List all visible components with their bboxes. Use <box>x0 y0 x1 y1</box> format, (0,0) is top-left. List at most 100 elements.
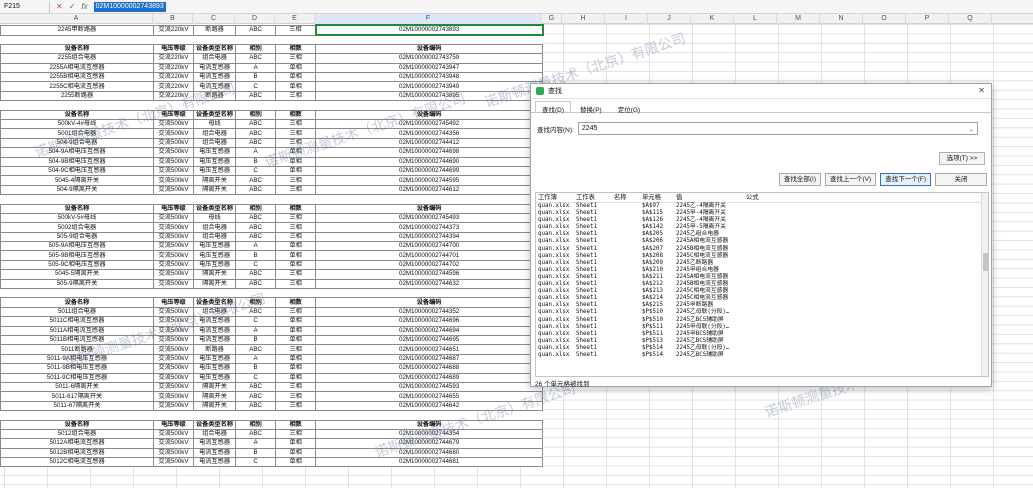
cell-a[interactable]: 2255A相电流互感器 <box>0 62 154 74</box>
cell-c[interactable]: 组合电器 <box>192 306 237 318</box>
blank-cell[interactable] <box>0 34 154 45</box>
blank-cell[interactable] <box>153 288 194 299</box>
cell-b[interactable]: 交流500kV <box>153 241 194 252</box>
cell-d[interactable]: 相别 <box>235 109 277 121</box>
cell-c[interactable]: 电流互感器 <box>192 316 237 327</box>
blank-cell[interactable] <box>275 34 316 45</box>
cell-a[interactable]: 5011A相电流互感器 <box>0 325 154 337</box>
cell-e[interactable]: 相数 <box>275 109 317 121</box>
cell-c[interactable]: 断路器 <box>192 24 237 36</box>
cell-f[interactable]: 02M10000002744681 <box>315 457 544 468</box>
cell-a[interactable]: 5011-9B相电压互感器 <box>0 363 154 374</box>
cell-a[interactable]: 设备名称 <box>0 203 154 214</box>
cell-c[interactable]: 电流互感器 <box>192 334 237 346</box>
cell-d[interactable]: C <box>235 457 277 468</box>
blank-cell[interactable] <box>193 34 236 45</box>
cell-f[interactable]: 设备编码 <box>315 419 544 430</box>
cell-e[interactable]: 三相 <box>275 90 317 102</box>
col-name[interactable]: 名称 <box>614 193 642 202</box>
blank-cell[interactable] <box>235 194 276 205</box>
cell-d[interactable]: B <box>235 72 277 83</box>
cell-d[interactable]: ABC <box>235 118 277 130</box>
column-header-o[interactable]: O <box>863 14 906 24</box>
cell-e[interactable]: 相数 <box>275 419 317 430</box>
cell-a[interactable]: 设备名称 <box>0 419 154 430</box>
result-row[interactable]: quan.xlsx Sheet1 $P$510 2245乙母联(分段)… <box>536 309 988 316</box>
cell-f[interactable]: 02M10000002744700 <box>315 241 544 252</box>
cell-a[interactable]: 5011C相电流互感器 <box>0 316 154 327</box>
cell-e[interactable]: 单相 <box>275 457 317 468</box>
cell-b[interactable]: 交流500kV <box>153 165 194 177</box>
col-sheet[interactable]: 工作表 <box>576 193 614 202</box>
cell-d[interactable]: ABC <box>235 306 277 318</box>
result-row[interactable]: quan.xlsx Sheet1 $A$207 2245B相电流互感器 <box>536 246 988 253</box>
cell-b[interactable]: 交流500kV <box>153 128 194 139</box>
cell-b[interactable]: 电压等级 <box>153 297 194 308</box>
cell-f[interactable]: 02M10000002744352 <box>315 306 544 318</box>
result-row[interactable]: quan.xlsx Sheet1 $P$511 2245甲母联(分段)… <box>536 324 988 331</box>
cell-d[interactable]: 相别 <box>235 43 277 55</box>
cell-a[interactable]: 2255组合电器 <box>0 53 154 64</box>
cell-b[interactable]: 交流500kV <box>153 447 194 459</box>
cell-f[interactable]: 02M10000002744655 <box>315 391 544 402</box>
cell-f[interactable]: 02M10000002744696 <box>315 316 544 327</box>
find-input[interactable]: 2245 ⌄ <box>577 122 978 135</box>
cell-e[interactable]: 单相 <box>275 147 317 158</box>
cell-c[interactable]: 组合电器 <box>192 231 237 243</box>
cell-c[interactable]: 组合电器 <box>192 128 237 139</box>
result-row[interactable]: quan.xlsx Sheet1 $A$115 2245甲-4隔离开关 <box>536 210 988 217</box>
cell-b[interactable]: 交流220kV <box>153 72 194 83</box>
cell-c[interactable]: 电流互感器 <box>192 325 237 337</box>
cell-a[interactable]: 505-9B相电压互感器 <box>0 250 154 261</box>
cell-c[interactable]: 隔离开关 <box>192 400 237 412</box>
column-header-a[interactable]: A <box>0 14 153 24</box>
result-row[interactable]: quan.xlsx Sheet1 $A$212 2245B相电流互感器 <box>536 281 988 288</box>
cell-c[interactable]: 电流互感器 <box>192 72 237 83</box>
find-prev-button[interactable]: 查找上一个(V) <box>825 173 877 186</box>
cell-d[interactable]: ABC <box>235 128 277 139</box>
cell-a[interactable]: 505-9组合电器 <box>0 231 154 243</box>
cell-e[interactable]: 单相 <box>275 447 317 459</box>
cell-b[interactable]: 交流220kV <box>153 81 194 92</box>
cell-d[interactable]: A <box>235 62 277 74</box>
cell-f[interactable]: 设备编码 <box>315 203 544 214</box>
blank-cell[interactable] <box>193 288 236 299</box>
cell-e[interactable]: 单相 <box>275 316 317 327</box>
col-value[interactable]: 值 <box>676 193 746 202</box>
cell-e[interactable]: 三相 <box>275 24 317 36</box>
cell-a[interactable]: 5011-9C相电压互感器 <box>0 372 154 383</box>
blank-cell[interactable] <box>153 410 194 421</box>
cell-c[interactable]: 设备类型名称 <box>192 419 237 430</box>
result-row[interactable]: quan.xlsx Sheet1 $A$97 2245乙-4隔离开关 <box>536 203 988 210</box>
cell-d[interactable]: ABC <box>235 137 277 149</box>
cell-c[interactable]: 设备类型名称 <box>192 297 237 308</box>
results-scrollbar[interactable] <box>981 193 988 376</box>
cell-b[interactable]: 交流500kV <box>153 316 194 327</box>
column-header-g[interactable]: G <box>542 14 562 24</box>
blank-cell[interactable] <box>235 100 276 111</box>
cell-a[interactable]: 设备名称 <box>0 43 154 55</box>
blank-cell[interactable] <box>235 34 276 45</box>
cell-d[interactable]: ABC <box>235 53 277 64</box>
cell-e[interactable]: 三相 <box>275 428 317 440</box>
cell-d[interactable]: C <box>235 165 277 177</box>
cell-b[interactable]: 交流500kV <box>153 175 194 186</box>
cell-a[interactable]: 5012组合电器 <box>0 428 154 440</box>
cell-b[interactable]: 交流500kV <box>153 353 194 365</box>
close-icon[interactable]: ✕ <box>978 86 985 95</box>
column-header-k[interactable]: K <box>691 14 734 24</box>
cell-c[interactable]: 隔离开关 <box>192 391 237 402</box>
cell-c[interactable]: 断路器 <box>192 344 237 355</box>
cell-f[interactable]: 02M10000002744690 <box>315 156 544 167</box>
blank-cell[interactable] <box>235 288 276 299</box>
cell-a[interactable]: 505-9隔离开关 <box>0 278 154 290</box>
blank-cell[interactable] <box>315 34 543 45</box>
cell-d[interactable]: B <box>235 250 277 261</box>
cell-b[interactable]: 电压等级 <box>153 43 194 55</box>
cell-c[interactable]: 隔离开关 <box>192 184 237 196</box>
cell-e[interactable]: 单相 <box>275 165 317 177</box>
cell-b[interactable]: 电压等级 <box>153 203 194 214</box>
cell-d[interactable]: ABC <box>235 222 277 233</box>
result-row[interactable]: quan.xlsx Sheet1 $P$514 2245乙母联(分段)… <box>536 345 988 352</box>
cell-b[interactable]: 电压等级 <box>153 419 194 430</box>
